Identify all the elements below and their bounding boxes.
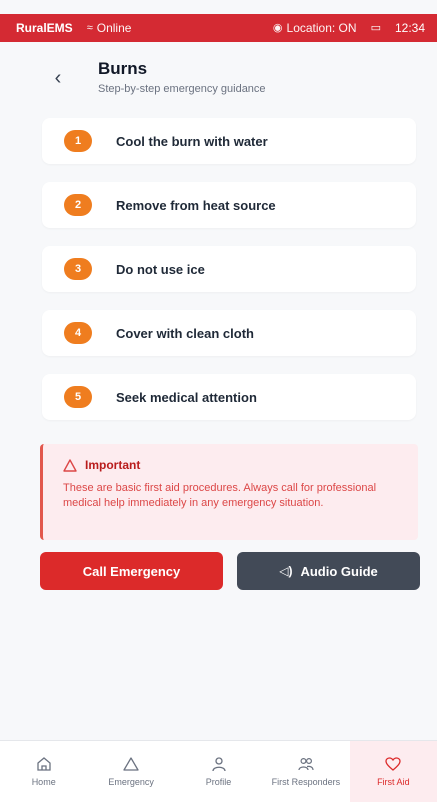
nav-item-profile[interactable]: Profile xyxy=(175,741,262,802)
alert-title: Important xyxy=(85,458,141,472)
alert-body: These are basic first aid procedures. Al… xyxy=(63,482,377,509)
nav-label-first-aid: First Aid xyxy=(377,777,410,787)
step-item[interactable]: 1 Cool the burn with water xyxy=(42,118,416,164)
user-icon xyxy=(211,757,226,772)
step-item[interactable]: 3 Do not use ice xyxy=(42,246,416,292)
step-number-badge: 1 xyxy=(64,130,92,152)
warning-icon xyxy=(123,757,139,771)
nav-item-first-responders[interactable]: First Responders xyxy=(262,741,349,802)
speaker-icon: ◁) xyxy=(279,564,293,578)
page-title: Burns xyxy=(98,59,148,78)
status-bar: RuralEMS ≈ Online ◉ Location: ON ▭ 12:34 xyxy=(0,14,437,42)
location-label: Location: ON xyxy=(286,21,357,35)
step-number-badge: 2 xyxy=(64,194,92,216)
wifi-icon: ≈ xyxy=(86,21,93,34)
nav-item-home[interactable]: Home xyxy=(0,741,87,802)
audio-guide-label: Audio Guide xyxy=(300,563,378,579)
step-text: Seek medical attention xyxy=(116,389,257,405)
step-number-badge: 5 xyxy=(64,386,92,408)
app-name: RuralEMS xyxy=(16,21,73,35)
nav-label-home: Home xyxy=(31,777,56,787)
heart-icon xyxy=(385,757,401,771)
online-label: Online xyxy=(96,21,132,35)
people-icon xyxy=(298,757,314,771)
step-text: Do not use ice xyxy=(116,261,205,277)
page-subtitle: Step-by-step emergency guidance xyxy=(98,83,266,95)
location-pin-icon: ◉ xyxy=(272,21,283,34)
clock: 12:34 xyxy=(394,21,425,35)
audio-guide-button[interactable]: ◁) Audio Guide xyxy=(237,552,420,590)
step-text: Remove from heat source xyxy=(116,197,276,213)
back-button[interactable]: ‹ xyxy=(44,64,72,92)
steps-list: 1 Cool the burn with water 2 Remove from… xyxy=(42,118,416,438)
important-alert: Important These are basic first aid proc… xyxy=(40,444,418,540)
step-item[interactable]: 2 Remove from heat source xyxy=(42,182,416,228)
step-text: Cool the burn with water xyxy=(116,133,268,149)
step-number-badge: 3 xyxy=(64,258,92,280)
nav-item-first-aid[interactable]: First Aid xyxy=(349,741,437,802)
action-buttons: Call Emergency ◁) Audio Guide xyxy=(40,552,420,590)
online-status: ≈ Online xyxy=(87,21,132,35)
location-status: ◉ Location: ON xyxy=(273,21,357,35)
warning-triangle-icon xyxy=(63,458,77,472)
call-emergency-label: Call Emergency xyxy=(82,563,181,579)
step-text: Cover with clean cloth xyxy=(116,325,254,341)
nav-label-profile: Profile xyxy=(205,777,232,787)
step-item[interactable]: 5 Seek medical attention xyxy=(42,374,416,420)
call-emergency-button[interactable]: Call Emergency xyxy=(40,552,223,590)
home-icon xyxy=(37,757,51,771)
nav-item-emergency[interactable]: Emergency xyxy=(87,741,174,802)
page-header: ‹ Burns Step-by-step emergency guidance xyxy=(44,58,404,104)
alert-header: Important xyxy=(63,458,400,472)
chevron-left-icon: ‹ xyxy=(54,66,62,89)
battery-icon: ▭ xyxy=(370,21,381,34)
step-item[interactable]: 4 Cover with clean cloth xyxy=(42,310,416,356)
step-number-badge: 4 xyxy=(64,322,92,344)
nav-label-emergency: Emergency xyxy=(108,777,154,787)
nav-label-first-responders: First Responders xyxy=(271,777,341,787)
bottom-nav: Home Emergency Profile First Responders … xyxy=(0,740,437,802)
